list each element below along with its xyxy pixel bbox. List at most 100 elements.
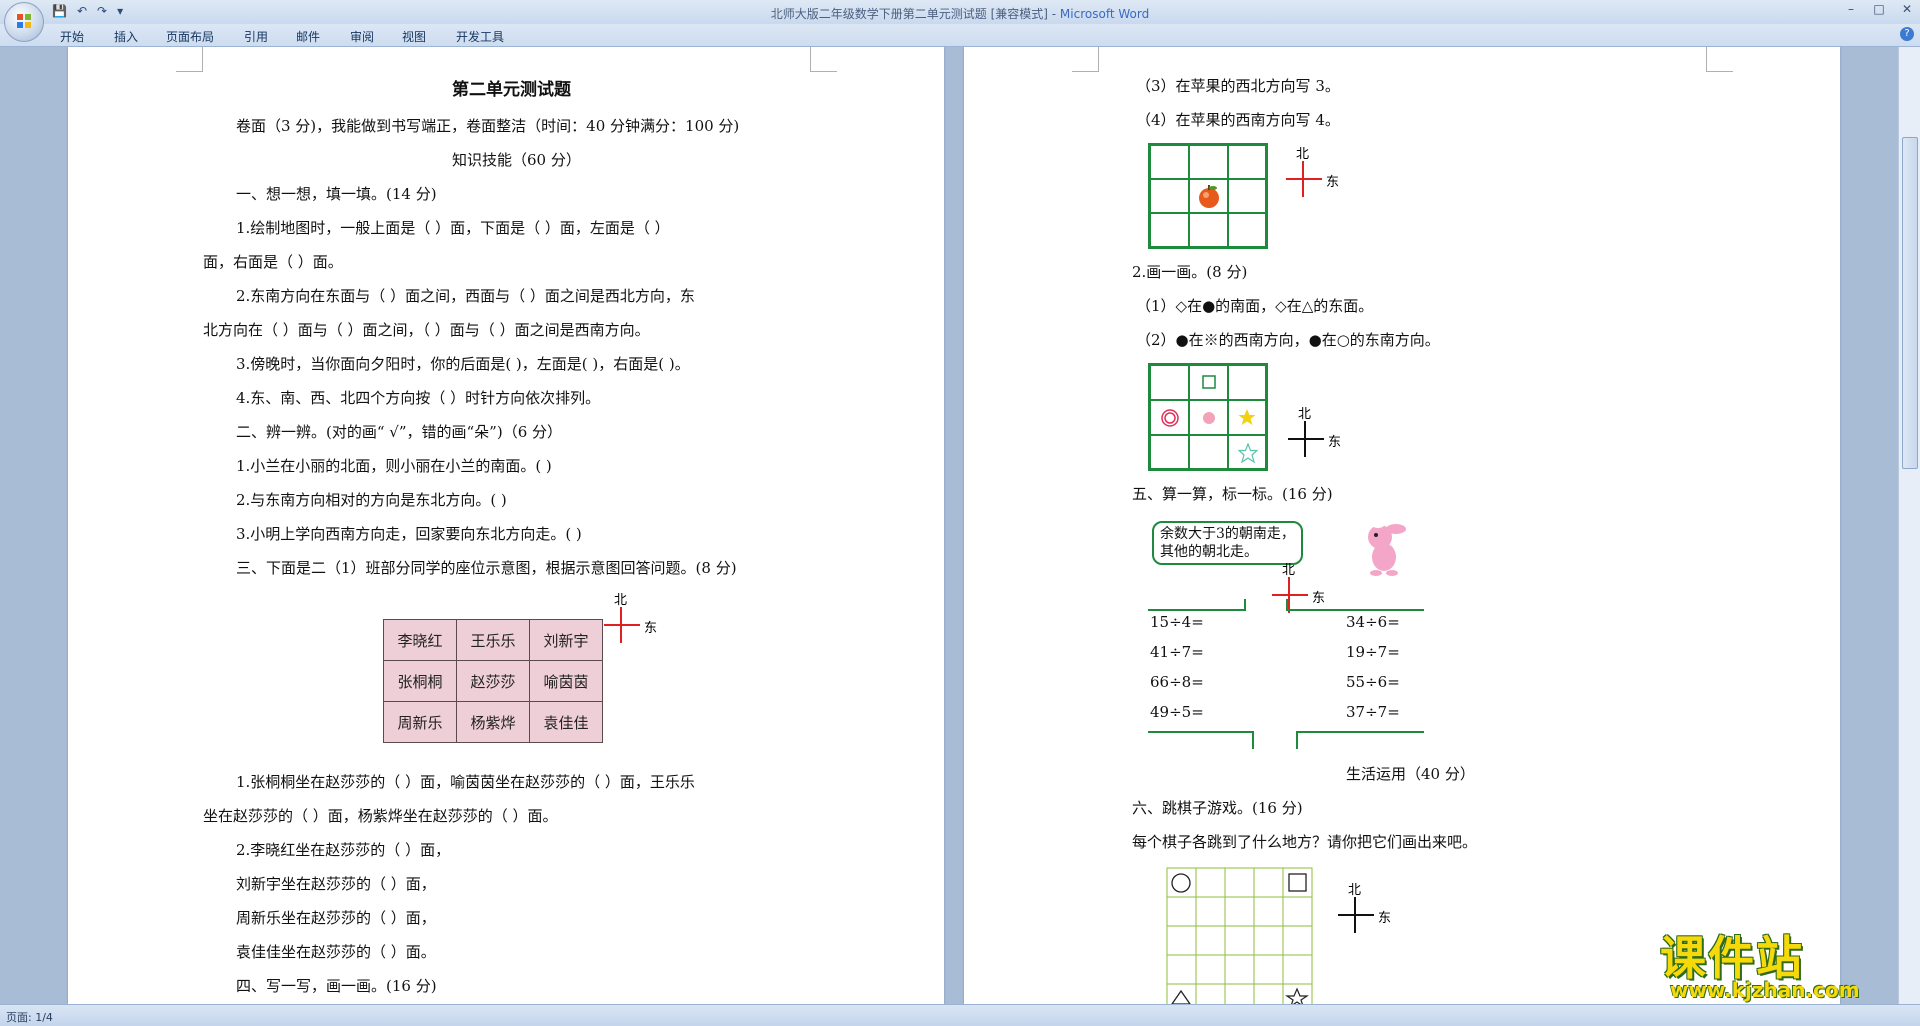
filled-star-icon — [1238, 409, 1256, 425]
square-piece-icon — [1288, 873, 1307, 892]
seat-chart: 李晓红 王乐乐 刘新宇 张桐桐 赵莎莎 喻茵茵 周新乐 杨紫烨 袁佳佳 — [383, 619, 603, 743]
tab-view[interactable]: 视图 — [402, 28, 426, 45]
pink-dot-icon — [1203, 412, 1215, 424]
minimize-button[interactable]: – — [1844, 2, 1858, 16]
section-header: 2.画一画。(8 分) — [1132, 263, 1248, 281]
question-line: 3.傍晚时，当你面向夕阳时，你的后面是( )，左面是( )，右面是( )。 — [236, 355, 690, 373]
grid-cell — [1189, 145, 1228, 179]
question-line: 坐在赵莎莎的（ ）面，杨紫烨坐在赵莎莎的（ ）面。 — [203, 807, 558, 825]
section-header: 二、辨一辨。(对的画“ √”，错的画“朵”)（6 分） — [236, 423, 563, 441]
seat-cell: 袁佳佳 — [529, 701, 603, 743]
question-line: 面，右面是（ ）面。 — [203, 253, 343, 271]
tab-mailings[interactable]: 邮件 — [296, 28, 320, 45]
calc-item: 15÷4= — [1150, 613, 1204, 631]
calc-item: 55÷6= — [1346, 673, 1400, 691]
seat-cell: 杨紫烨 — [456, 701, 530, 743]
compass-north-label: 北 — [1298, 407, 1312, 422]
margin-mark — [176, 47, 203, 72]
compass-horizontal-line — [1286, 178, 1322, 180]
compass-icon: 北 东 — [1268, 563, 1328, 627]
compass-north-label: 北 — [1282, 563, 1296, 578]
section-header: 五、算一算，标一标。(16 分) — [1132, 485, 1333, 503]
section-header: 知识技能（60 分） — [452, 151, 581, 169]
question-line: 周新乐坐在赵莎莎的（ ）面， — [236, 909, 436, 927]
calc-item: 49÷5= — [1150, 703, 1204, 721]
tab-developer[interactable]: 开发工具 — [456, 28, 504, 45]
title-bar: 💾 ↶ ↷ ▾ 北师大版二年级数学下册第二单元测试题 [兼容模式] - Micr… — [0, 0, 1920, 25]
seat-cell: 周新乐 — [383, 701, 457, 743]
app-name: Microsoft Word — [1059, 7, 1150, 21]
question-line: 2.东南方向在东面与（ ）面之间，西面与（ ）面之间是西北方向，东 — [236, 287, 695, 305]
question-line: 北方向在（ ）面与（ ）面之间，（ ）面与（ ）面之间是西南方向。 — [203, 321, 650, 339]
compass-icon: 北 东 — [1334, 883, 1394, 947]
answer-bracket — [1286, 599, 1424, 611]
score-line: 卷面（3 分)，我能做到书写端正，卷面整洁（时间：40 分钟满分：100 分) — [236, 117, 740, 135]
chess-board — [1166, 867, 1313, 1004]
compass-icon: 北 东 — [1282, 147, 1342, 211]
compass-icon: 北 东 — [600, 593, 660, 657]
vertical-scrollbar[interactable] — [1898, 47, 1920, 1004]
maximize-button[interactable]: □ — [1872, 2, 1886, 16]
watermark-url: www.kjzhan.com — [1670, 978, 1860, 1002]
tab-review[interactable]: 审阅 — [350, 28, 374, 45]
ribbon-tab-bar: 开始 插入 页面布局 引用 邮件 审阅 视图 开发工具 ? — [0, 24, 1920, 47]
section-header: 一、想一想，填一填。(14 分) — [236, 185, 437, 203]
circle-piece-icon — [1171, 873, 1191, 893]
star-piece-icon — [1285, 987, 1309, 1004]
document-page-2[interactable]: （3）在苹果的西北方向写 3。 （4）在苹果的西南方向写 4。 北 东 2.画一… — [964, 47, 1840, 1004]
compass-north-label: 北 — [1348, 883, 1362, 898]
compass-east-label: 东 — [1326, 175, 1340, 190]
answer-bracket — [1148, 731, 1254, 749]
grid-cell — [1189, 213, 1228, 247]
status-bar: 页面: 1/4 — [0, 1004, 1920, 1026]
margin-mark — [1706, 47, 1733, 72]
page-title: 第二单元测试题 — [452, 80, 571, 100]
compass-east-label: 东 — [1328, 435, 1342, 450]
outline-star-icon — [1238, 443, 1258, 463]
grid-cell — [1150, 179, 1189, 213]
apple-grid — [1148, 143, 1268, 249]
compass-horizontal-line — [1338, 914, 1374, 916]
grid-cell — [1228, 179, 1266, 213]
apple-icon — [1199, 185, 1219, 208]
office-button[interactable] — [4, 2, 44, 42]
question-line: 2.与东南方向相对的方向是东北方向。( ) — [236, 491, 507, 509]
tab-insert[interactable]: 插入 — [114, 28, 138, 45]
help-icon[interactable]: ? — [1900, 27, 1914, 41]
section-header: 三、下面是二（1）班部分同学的座位示意图，根据示意图回答问题。(8 分) — [236, 559, 737, 577]
compass-east-label: 东 — [644, 621, 658, 636]
compass-icon: 北 东 — [1284, 407, 1344, 471]
tab-references[interactable]: 引用 — [244, 28, 268, 45]
question-line: （2）●在※的西南方向，●在○的东南方向。 — [1136, 331, 1440, 349]
question-line: （1）◇在●的南面，◇在△的东面。 — [1136, 297, 1374, 315]
grid-cell — [1150, 213, 1189, 247]
calc-item: 37÷7= — [1346, 703, 1400, 721]
document-workspace: 第二单元测试题 卷面（3 分)，我能做到书写端正，卷面整洁（时间：40 分钟满分… — [0, 47, 1898, 1004]
margin-mark — [810, 47, 837, 72]
section-header: 生活运用（40 分） — [1346, 765, 1475, 783]
close-button[interactable]: ✕ — [1900, 2, 1914, 16]
question-line: 袁佳佳坐在赵莎莎的（ ）面。 — [236, 943, 436, 961]
answer-bracket — [1148, 599, 1246, 611]
window-title: 北师大版二年级数学下册第二单元测试题 [兼容模式] - Microsoft Wo… — [0, 5, 1920, 22]
double-circle-icon — [1161, 409, 1179, 427]
answer-bracket — [1296, 731, 1424, 749]
seat-cell: 李晓红 — [383, 619, 457, 661]
rabbit-icon — [1368, 522, 1406, 576]
seat-cell: 赵莎莎 — [456, 660, 530, 702]
tab-page-layout[interactable]: 页面布局 — [166, 28, 214, 45]
seat-cell: 王乐乐 — [456, 619, 530, 661]
grid-cell — [1150, 435, 1189, 469]
scrollbar-thumb[interactable] — [1902, 137, 1918, 469]
compass-east-label: 东 — [1378, 911, 1392, 926]
question-line: 3.小明上学向西南方向走，回家要向东北方向走。( ) — [236, 525, 582, 543]
tab-home[interactable]: 开始 — [60, 28, 84, 45]
section-header: 四、写一写，画一画。(16 分) — [236, 977, 437, 995]
page-indicator[interactable]: 页面: 1/4 — [6, 1009, 53, 1025]
document-page-1[interactable]: 第二单元测试题 卷面（3 分)，我能做到书写端正，卷面整洁（时间：40 分钟满分… — [68, 47, 944, 1004]
compass-horizontal-line — [604, 624, 640, 626]
speech-bubble: 余数大于3的朝南走， 其他的朝北走。 — [1152, 521, 1303, 565]
question-line: 1.张桐桐坐在赵莎莎的（ ）面，喻茵茵坐在赵莎莎的（ ）面，王乐乐 — [236, 773, 695, 791]
document-title: 北师大版二年级数学下册第二单元测试题 [兼容模式] - — [770, 7, 1060, 21]
speech-line: 其他的朝北走。 — [1160, 544, 1258, 560]
